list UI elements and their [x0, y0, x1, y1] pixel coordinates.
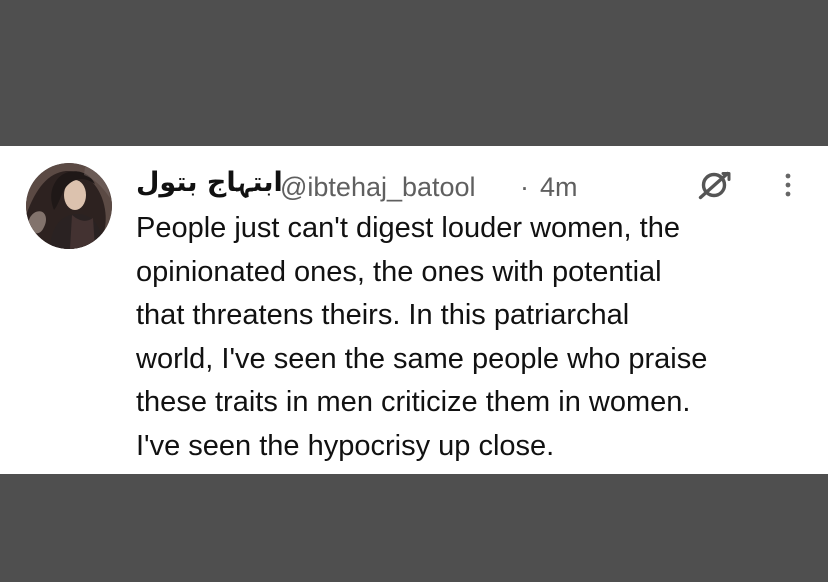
background-top: [0, 0, 828, 146]
separator-dot: ·: [520, 172, 529, 202]
timestamp[interactable]: 4m: [540, 171, 578, 203]
avatar[interactable]: [26, 163, 112, 249]
grok-icon[interactable]: [696, 166, 734, 204]
user-handle[interactable]: @ibtehaj_batool: [280, 171, 476, 203]
tweet-text: People just can't digest louder women, t…: [136, 212, 708, 462]
more-icon[interactable]: [776, 166, 800, 204]
background-bottom: [0, 474, 828, 582]
tweet-header: ابتہاج بتول @ibtehaj_batool · 4m: [136, 163, 806, 207]
tweet-card: ابتہاج بتول @ibtehaj_batool · 4m People …: [0, 146, 828, 474]
display-name[interactable]: ابتہاج بتول: [136, 167, 283, 199]
